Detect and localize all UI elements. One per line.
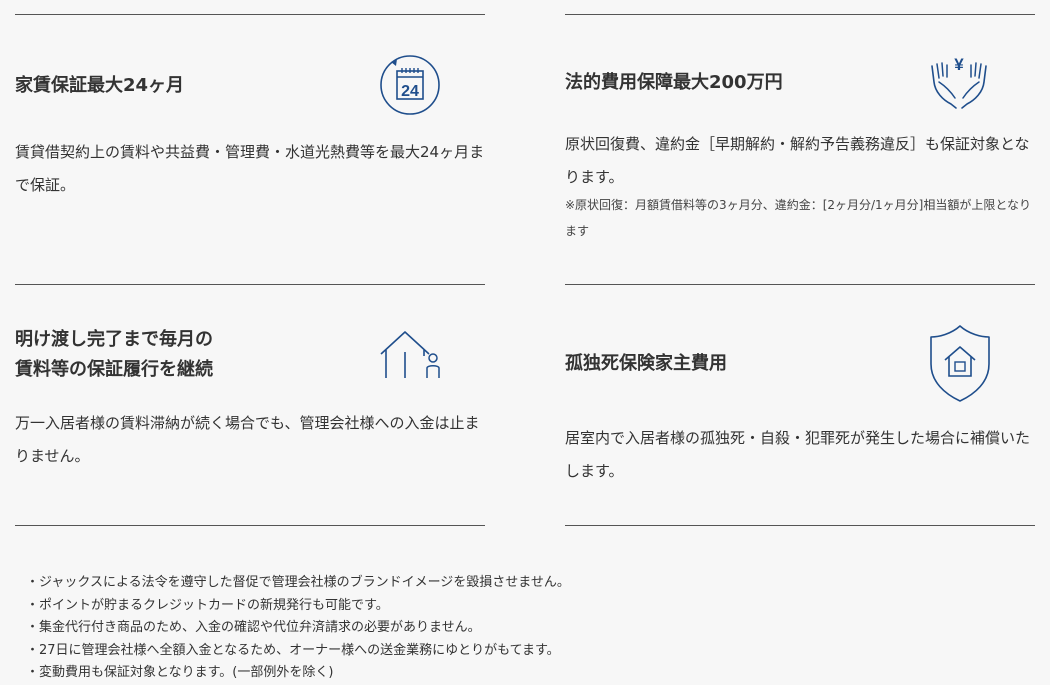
house-person-icon — [380, 331, 440, 378]
card-title: 法的費用保障最大200万円 — [565, 72, 783, 93]
list-item: ・27日に管理会社様へ全額入金となるため、オーナー様への送金業務にゆとりがもてま… — [26, 642, 560, 658]
calendar-number: 24 — [401, 83, 419, 100]
list-item: ・集金代行付き商品のため、入金の確認や代位弁済請求の必要がありません。 — [26, 620, 481, 635]
divider — [565, 284, 1035, 285]
card-footnote: ※原状回復：月額賃借料等の3ヶ月分、違約金：[2ヶ月分/1ヶ月分]相当額が上限と… — [565, 198, 1032, 238]
card-title: 家賃保証最大24ヶ月 — [15, 75, 185, 96]
yen-symbol: ¥ — [954, 55, 964, 74]
list-item: ・ジャックスによる法令を遵守した督促で管理会社様のブランドイメージを毀損させませ… — [26, 575, 570, 590]
divider — [565, 14, 1035, 15]
list-item: ・変動費用も保証対象となります。(一部例外を除く) — [26, 665, 334, 680]
card-description: 居室内で入居者様の孤独死・自殺・犯罪死が発生した場合に補償いたします。 — [565, 429, 1031, 480]
divider — [565, 525, 1035, 526]
hands-yen-icon: ¥ — [931, 55, 987, 109]
calendar-24-icon: 24 — [380, 55, 440, 115]
feature-notes-list: ・ジャックスによる法令を遵守した督促で管理会社様のブランドイメージを毀損させませ… — [26, 572, 570, 685]
divider — [15, 284, 485, 285]
divider — [15, 14, 485, 15]
card-description: 賃貸借契約上の賃料や共益費・管理費・水道光熱費等を最大24ヶ月まで保証。 — [15, 143, 485, 194]
card-description: 原状回復費、違約金［早期解約・解約予告義務違反］も保証対象となります。 — [565, 135, 1030, 186]
card-title: 明け渡し完了まで毎月の 賃料等の保証履行を継続 — [15, 329, 213, 380]
card-description: 万一入居者様の賃料滞納が続く場合でも、管理会社様への入金は止まりません。 — [15, 414, 480, 465]
divider — [15, 525, 485, 526]
shield-house-icon — [930, 325, 990, 402]
card-title: 孤独死保険家主費用 — [565, 353, 727, 374]
list-item: ・ポイントが貯まるクレジットカードの新規発行も可能です。 — [26, 597, 389, 613]
